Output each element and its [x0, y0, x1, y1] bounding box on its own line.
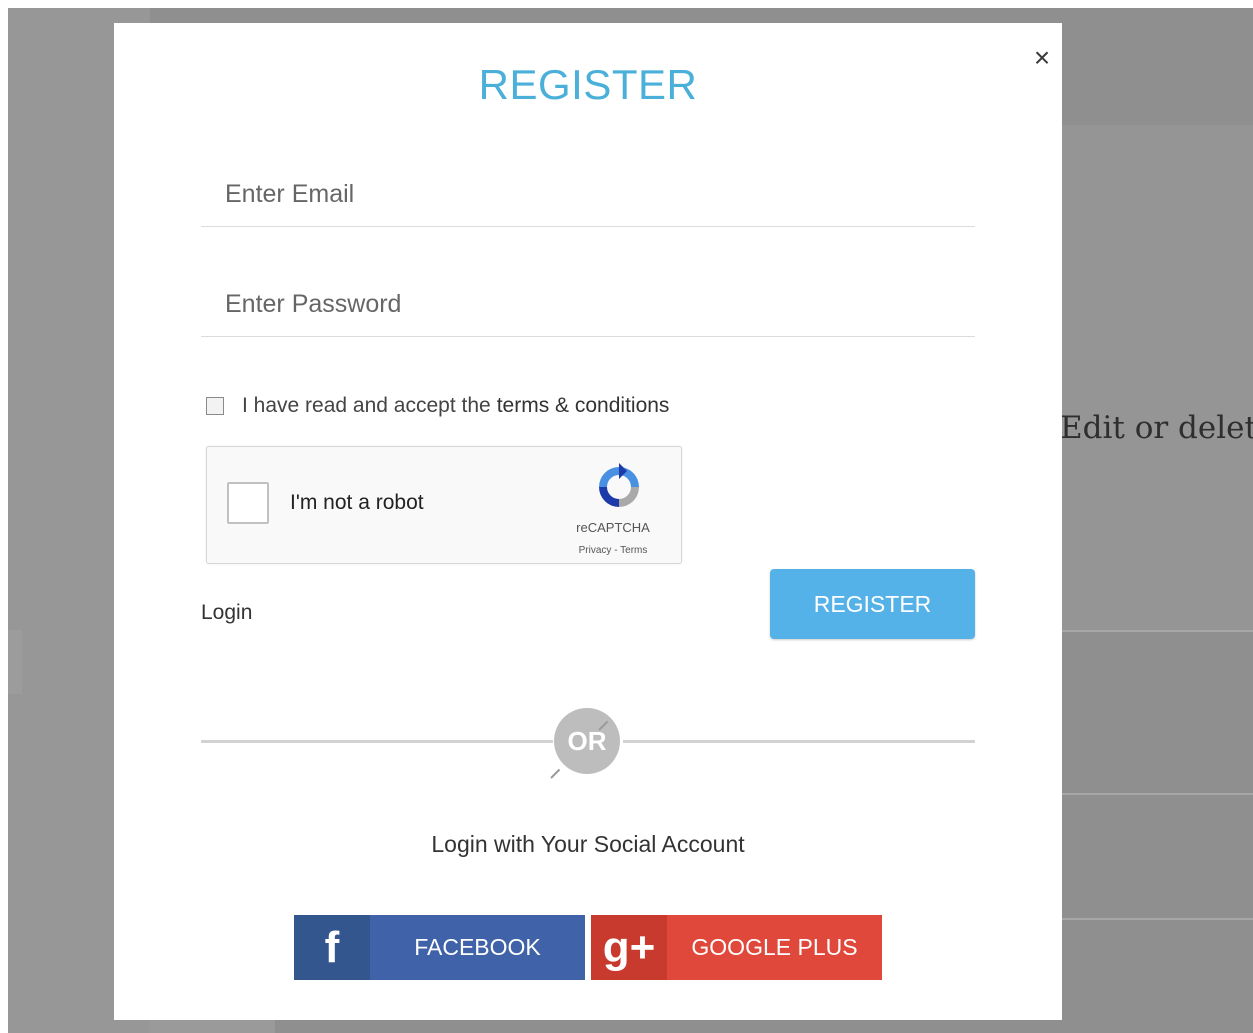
facebook-icon: f: [294, 915, 370, 980]
register-modal: × REGISTER I have read and accept the te…: [114, 23, 1062, 1020]
or-divider-left: [201, 740, 553, 743]
social-login-heading: Login with Your Social Account: [431, 831, 745, 857]
recaptcha-logo-icon: [599, 463, 639, 507]
background-panel: [1062, 125, 1253, 630]
background-divider: [1062, 918, 1253, 920]
login-link[interactable]: Login: [201, 601, 252, 625]
or-divider-right: [623, 740, 975, 743]
modal-title: REGISTER: [478, 61, 698, 108]
password-field[interactable]: [201, 273, 975, 337]
recaptcha-checkbox[interactable]: [227, 482, 269, 524]
email-field[interactable]: [201, 163, 975, 227]
recaptcha-brand: reCAPTCHA: [576, 520, 650, 535]
google-plus-icon: g+: [591, 915, 667, 980]
terms-link[interactable]: terms & conditions: [497, 394, 670, 418]
background-divider: [1062, 793, 1253, 795]
background-tab: [8, 630, 22, 694]
recaptcha-widget: I'm not a robot reCAPTCHA Privacy - Term…: [206, 446, 682, 564]
or-badge: OR: [554, 708, 620, 774]
terms-checkbox[interactable]: [206, 397, 224, 415]
facebook-login-button[interactable]: f FACEBOOK: [294, 915, 585, 980]
background-footer-tab: [150, 1020, 275, 1033]
google-login-button[interactable]: g+ GOOGLE PLUS: [591, 915, 882, 980]
recaptcha-label: I'm not a robot: [290, 491, 424, 514]
recaptcha-privacy-terms[interactable]: Privacy - Terms: [561, 545, 665, 556]
facebook-label: FACEBOOK: [414, 934, 541, 960]
terms-label: I have read and accept the: [242, 394, 491, 417]
terms-row: I have read and accept the terms & condi…: [206, 391, 669, 421]
background-divider: [1062, 630, 1253, 632]
google-label: GOOGLE PLUS: [691, 934, 858, 960]
register-button[interactable]: REGISTER: [770, 569, 975, 639]
background-text: Edit or delete: [1060, 410, 1253, 446]
